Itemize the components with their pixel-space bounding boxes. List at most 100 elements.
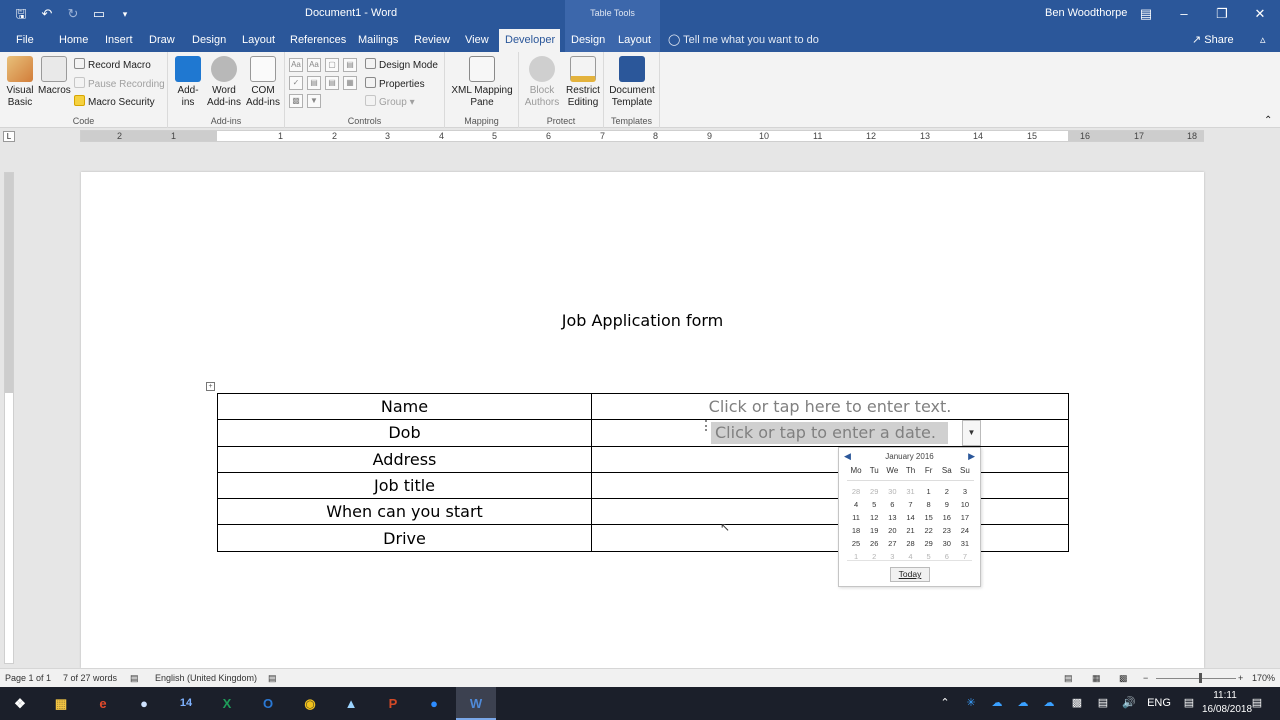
zoom-icon[interactable]: ● — [414, 687, 454, 720]
zoom-slider[interactable] — [1156, 678, 1236, 679]
date-placeholder[interactable]: Click or tap to enter a date. — [711, 422, 948, 444]
vertical-ruler[interactable] — [4, 172, 14, 664]
tab-view[interactable]: View — [459, 29, 495, 52]
calendar-day[interactable]: 13 — [883, 513, 901, 522]
collapse-ribbon-icon[interactable]: ⌃ — [1264, 114, 1272, 128]
today-button[interactable]: Today — [890, 567, 930, 582]
row-label-start[interactable]: When can you start — [217, 498, 592, 526]
calendar-day[interactable]: 29 — [920, 539, 938, 548]
date-dropdown-button[interactable]: ▼ — [962, 420, 981, 446]
tab-developer[interactable]: Developer — [499, 29, 560, 52]
calendar-day[interactable]: 21 — [901, 526, 919, 535]
tab-design[interactable]: Design — [186, 29, 232, 52]
block-authors-button[interactable]: Block Authors — [522, 56, 562, 109]
maximize-icon[interactable]: ❐ — [1203, 0, 1241, 29]
calendar-day[interactable]: 24 — [956, 526, 974, 535]
start-cell[interactable] — [591, 498, 1069, 526]
address-cell[interactable] — [591, 445, 1069, 473]
date-picker-control-icon[interactable]: ▦ — [343, 76, 357, 90]
redo-icon[interactable]: ↻ — [62, 4, 84, 24]
name-text-field[interactable]: Click or tap here to enter text. — [591, 392, 1069, 421]
pause-recording-button[interactable]: Pause Recording — [74, 77, 165, 92]
next-month-icon[interactable]: ▶ — [968, 451, 975, 462]
app-icon[interactable]: ▲ — [331, 687, 371, 720]
row-label-job-title[interactable]: Job title — [217, 471, 592, 500]
group-button[interactable]: Group ▾ — [365, 95, 415, 110]
user-name[interactable]: Ben Woodthorpe — [1045, 7, 1127, 19]
calendar-day[interactable]: 31 — [956, 539, 974, 548]
tab-insert[interactable]: Insert — [99, 29, 139, 52]
content-control-handle[interactable] — [705, 420, 710, 431]
calendar-day[interactable]: 28 — [901, 539, 919, 548]
close-icon[interactable]: ✕ — [1241, 0, 1279, 29]
calendar-day[interactable]: 9 — [938, 500, 956, 509]
share-button[interactable]: ↗ Share — [1192, 29, 1234, 51]
word-count[interactable]: 7 of 27 words — [63, 673, 117, 683]
edge-icon[interactable]: e — [83, 687, 123, 720]
app-14-icon[interactable]: 14 — [166, 687, 206, 720]
document-template-button[interactable]: Document Template — [606, 56, 658, 109]
file-explorer-icon[interactable]: ▦ — [41, 687, 81, 720]
record-macro-button[interactable]: Record Macro — [74, 58, 151, 73]
tab-home[interactable]: Home — [53, 29, 94, 52]
calendar-day[interactable]: 30 — [883, 487, 901, 496]
zoom-slider-thumb[interactable] — [1199, 673, 1202, 683]
show-hidden-icons-icon[interactable]: ⌃ — [936, 687, 954, 720]
outlook-icon[interactable]: O — [248, 687, 288, 720]
ribbon-options-icon[interactable]: ▵ — [1254, 29, 1272, 52]
chrome-icon[interactable]: ◉ — [290, 687, 330, 720]
touch-mode-icon[interactable]: ▭ — [88, 4, 110, 24]
calendar-day[interactable]: 20 — [883, 526, 901, 535]
calendar-day[interactable]: 31 — [901, 487, 919, 496]
calendar-day[interactable]: 4 — [847, 500, 865, 509]
save-icon[interactable]: 🖫 — [10, 4, 32, 24]
customize-qat-icon[interactable]: ▾ — [114, 4, 136, 24]
visual-basic-button[interactable]: Visual Basic — [4, 56, 36, 109]
language-indicator[interactable]: English (United Kingdom) — [155, 673, 257, 683]
row-label-address[interactable]: Address — [217, 445, 592, 473]
tab-file[interactable]: File — [10, 29, 40, 52]
calendar-day[interactable]: 29 — [865, 487, 883, 496]
table-move-handle[interactable]: + — [206, 382, 215, 391]
job-title-cell[interactable] — [591, 471, 1069, 500]
calendar-day[interactable]: 5 — [865, 500, 883, 509]
checkbox-control-icon[interactable]: ✓ — [289, 76, 303, 90]
calendar-day[interactable]: 2 — [938, 487, 956, 496]
xml-mapping-pane-button[interactable]: XML Mapping Pane — [449, 56, 515, 109]
calendar-day[interactable]: 19 — [865, 526, 883, 535]
print-layout-icon[interactable]: ▦ — [1092, 673, 1101, 684]
calendar-day[interactable]: 8 — [920, 500, 938, 509]
properties-button[interactable]: Properties — [365, 77, 425, 92]
read-mode-icon[interactable]: ▤ — [1064, 673, 1073, 684]
dropdown-control-icon[interactable]: ▤ — [325, 76, 339, 90]
date-picker-control[interactable]: Click or tap to enter a date. ▼ — [705, 420, 981, 446]
calendar-day[interactable]: 26 — [865, 539, 883, 548]
action-center-icon[interactable]: ▤ — [1248, 687, 1266, 720]
calendar-day[interactable]: 6 — [883, 500, 901, 509]
tab-table-layout[interactable]: Layout — [612, 29, 660, 52]
tab-draw[interactable]: Draw — [143, 29, 181, 52]
tab-selector[interactable]: L — [3, 131, 15, 142]
ribbon-display-options-icon[interactable]: ▤ — [1127, 0, 1165, 29]
tab-table-design[interactable]: Design — [565, 29, 612, 52]
repeating-section-icon[interactable]: ▩ — [289, 94, 303, 108]
proofing-icon[interactable]: ▤ — [130, 673, 139, 684]
input-language[interactable]: ENG — [1146, 687, 1172, 720]
system-clock[interactable]: 11:11 16/08/2018 — [1202, 689, 1252, 717]
macro-record-icon[interactable]: ▤ — [268, 673, 277, 684]
zoom-in-icon[interactable]: + — [1238, 673, 1243, 683]
calendar-day[interactable]: 18 — [847, 526, 865, 535]
calendar-day[interactable]: 30 — [938, 539, 956, 548]
tab-references[interactable]: References — [284, 29, 352, 52]
calendar-day[interactable]: 15 — [920, 513, 938, 522]
horizontal-ruler[interactable]: 2 1 1 2 3 4 5 6 7 8 9 10 11 12 13 14 15 … — [80, 130, 1204, 142]
building-block-control-icon[interactable]: ▤ — [343, 58, 357, 72]
calendar-day[interactable]: 22 — [920, 526, 938, 535]
start-icon[interactable]: ❖ — [0, 687, 40, 720]
zoom-level[interactable]: 170% — [1252, 673, 1275, 683]
word-icon[interactable]: W — [456, 687, 496, 720]
rich-text-control-icon[interactable]: Aa — [289, 58, 303, 72]
volume-icon[interactable]: 🔊 — [1120, 687, 1138, 720]
calendar-day[interactable]: 16 — [938, 513, 956, 522]
document-heading[interactable]: Job Application form — [81, 311, 1204, 330]
